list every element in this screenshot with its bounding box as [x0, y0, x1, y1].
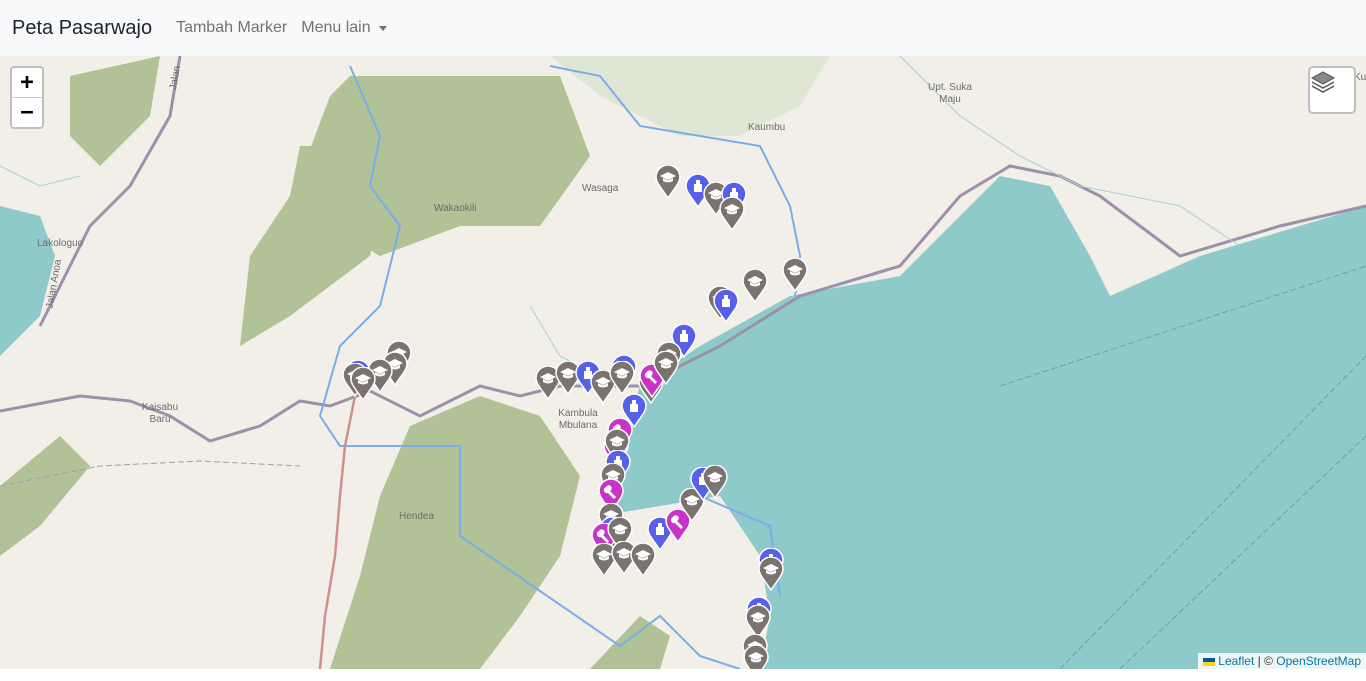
leaflet-link[interactable]: Leaflet: [1218, 654, 1254, 668]
school-marker[interactable]: [782, 258, 808, 292]
map-tiles: [0, 56, 1366, 669]
map[interactable]: Upt. Suka Maju Kaumbu Wasaga Wakaokili L…: [0, 56, 1366, 669]
zoom-control: + −: [10, 66, 44, 129]
place-label: Kaisabu Baru: [141, 402, 179, 425]
zoom-out-button[interactable]: −: [12, 97, 42, 127]
ukraine-flag-icon: [1203, 657, 1216, 666]
menu-lain-label: Menu lain: [301, 19, 371, 36]
worship-marker[interactable]: [713, 289, 739, 323]
forest: [70, 56, 160, 166]
river: [0, 165, 81, 187]
school-marker[interactable]: [758, 557, 784, 591]
forest: [240, 146, 380, 346]
place-label: Wasaga: [582, 183, 619, 194]
layers-button[interactable]: [1308, 66, 1356, 114]
school-marker[interactable]: [653, 351, 679, 385]
menu-lain-dropdown[interactable]: Menu lain: [301, 19, 387, 37]
attribution: Leaflet | © OpenStreetMap: [1198, 653, 1366, 669]
brand[interactable]: Peta Pasarwajo: [12, 17, 152, 40]
navbar: Peta Pasarwajo Tambah Marker Menu lain: [0, 0, 1366, 56]
place-label: Kaumbu: [748, 122, 786, 133]
place-label: Kambula Mbulana: [558, 408, 598, 431]
school-marker[interactable]: [719, 197, 745, 231]
place-label: Lakologuo: [37, 238, 84, 249]
place-label: Hendea: [399, 511, 435, 522]
page-bottom: [0, 669, 1366, 681]
caret-down-icon: [378, 25, 387, 31]
lake: [0, 206, 55, 356]
sea-area: [600, 176, 1366, 669]
attribution-separator: | ©: [1254, 654, 1277, 668]
school-marker[interactable]: [350, 367, 376, 401]
school-marker[interactable]: [743, 645, 769, 669]
openstreetmap-link[interactable]: OpenStreetMap: [1276, 654, 1361, 668]
zoom-in-button[interactable]: +: [12, 68, 42, 97]
forest: [590, 616, 670, 669]
school-marker[interactable]: [702, 465, 728, 499]
place-label: Upt. Suka Maju: [928, 82, 972, 105]
school-marker[interactable]: [742, 269, 768, 303]
forest: [0, 436, 90, 556]
school-marker[interactable]: [655, 165, 681, 199]
tambah-marker-link[interactable]: Tambah Marker: [176, 19, 287, 37]
school-marker[interactable]: [609, 361, 635, 395]
forest: [550, 56, 830, 136]
place-label: Wakaokili: [434, 203, 477, 214]
forest: [330, 396, 580, 669]
layers-icon: [1310, 71, 1336, 93]
